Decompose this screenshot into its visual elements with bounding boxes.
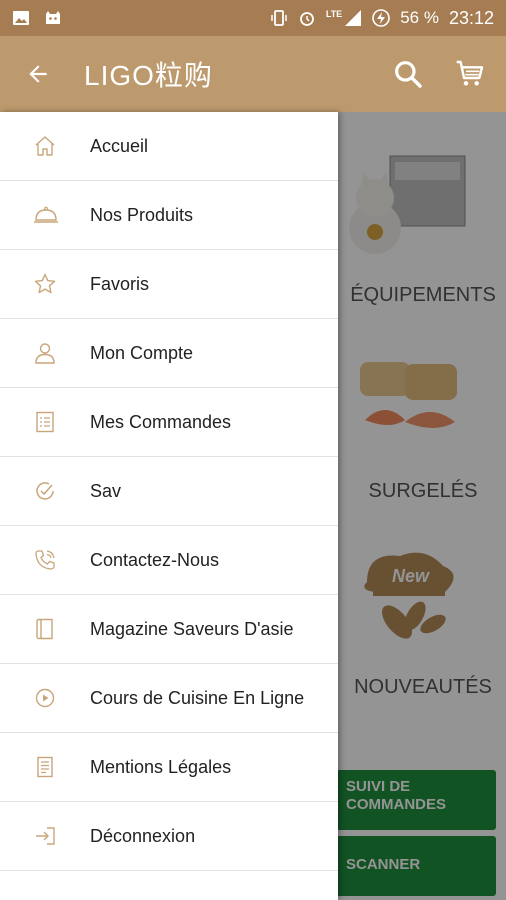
home-icon [35,136,55,156]
menu-item-sav[interactable]: Sav [0,457,338,526]
cat-notification-icon [46,11,60,24]
battery-level: 56 % [400,8,439,27]
menu-item-favoris[interactable]: Favoris [0,250,338,319]
menu-item-label: Magazine Saveurs D'asie [90,618,294,639]
search-icon[interactable] [392,58,424,90]
list-icon [36,411,54,433]
battery-charging-icon [372,9,391,27]
menu-item-label: Accueil [90,135,149,156]
menu-item-magazine[interactable]: Magazine Saveurs D'asie [0,595,338,664]
menu-item-contactez-nous[interactable]: Contactez-Nous [0,526,338,595]
image-icon [13,11,29,25]
arrow-left-icon [29,65,47,83]
menu-item-label: Nos Produits [90,204,194,225]
status-bar: LTE 56 % 23:12 [0,0,506,36]
app-bar: LIGO粒购 [0,36,506,112]
cart-icon[interactable] [454,58,486,90]
document-icon [37,756,53,778]
clock: 23:12 [448,7,494,28]
menu-item-label: Contactez-Nous [90,549,220,570]
menu-item-label: Sav [90,480,122,501]
menu-item-label: Mes Commandes [90,411,232,432]
menu-item-mentions-legales[interactable]: Mentions Légales [0,733,338,802]
star-icon [34,273,56,294]
navigation-drawer: Accueil Nos Produits Favoris Mon Compte … [0,112,338,900]
menu-item-label: Cours de Cuisine En Ligne [90,687,305,708]
menu-item-cours-cuisine[interactable]: Cours de Cuisine En Ligne [0,664,338,733]
logout-icon [36,827,55,845]
network-type: LTE [325,9,343,19]
alarm-icon [299,12,314,26]
menu-item-label: Mon Compte [90,342,194,363]
support-icon [36,482,54,500]
menu-item-deconnexion[interactable]: Déconnexion [0,802,338,871]
menu-item-label: Favoris [90,273,150,294]
play-icon [35,688,55,708]
vibrate-icon [271,10,287,26]
magazine-icon [36,618,53,640]
menu-item-accueil[interactable]: Accueil [0,112,338,181]
menu-item-mon-compte[interactable]: Mon Compte [0,319,338,388]
menu-item-label: Déconnexion [90,825,196,846]
user-icon [35,343,55,364]
app-logo: LIGO粒购 [84,60,213,91]
menu-item-nos-produits[interactable]: Nos Produits [0,181,338,250]
phone-icon [35,550,55,570]
cloche-icon [34,206,58,223]
signal-icon [345,10,362,26]
back-button[interactable] [20,56,56,92]
menu-item-label: Mentions Légales [90,756,232,777]
menu-item-mes-commandes[interactable]: Mes Commandes [0,388,338,457]
